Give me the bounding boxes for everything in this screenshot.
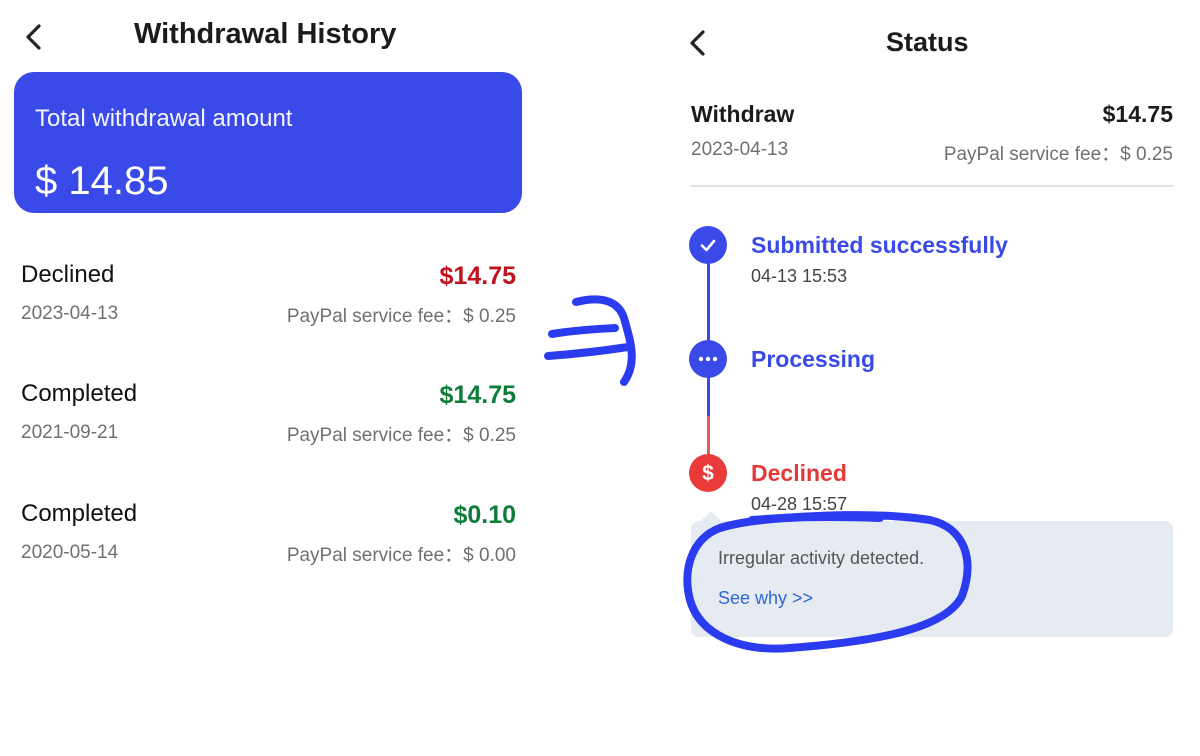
- withdraw-amount: $14.75: [1102, 101, 1173, 127]
- check-icon: [700, 239, 716, 252]
- history-amount: $14.75: [439, 262, 516, 290]
- decline-note-box: [691, 521, 1173, 637]
- history-row[interactable]: Completed $0.10 2020-05-14 PayPal servic…: [20, 500, 516, 580]
- back-chevron-icon: [26, 24, 41, 50]
- withdraw-date: 2023-04-13: [691, 139, 789, 160]
- history-date: 2020-05-14: [21, 542, 119, 563]
- ellipsis-icon: [698, 356, 718, 362]
- hand-drawn-arrow-icon: [544, 295, 636, 386]
- history-status: Declined: [21, 261, 115, 288]
- timeline-step-time: 04-28 15:57: [751, 494, 848, 514]
- timeline-step-dot: [689, 226, 727, 264]
- timeline-connector: [707, 262, 710, 344]
- dollar-icon: $: [702, 461, 714, 485]
- history-fee: PayPal service fee：$ 0.00: [286, 545, 516, 566]
- left-back-button[interactable]: [14, 18, 54, 58]
- history-row[interactable]: Declined $14.75 2023-04-13 PayPal servic…: [20, 261, 516, 341]
- total-withdrawal-amount: $ 14.85: [35, 159, 169, 203]
- right-back-button[interactable]: [678, 24, 718, 64]
- history-amount: $0.10: [453, 501, 516, 529]
- history-status: Completed: [21, 380, 138, 407]
- history-row[interactable]: Completed $14.75 2021-09-21 PayPal servi…: [20, 380, 516, 460]
- see-why-link[interactable]: See why >>: [718, 588, 813, 609]
- divider: [690, 185, 1174, 187]
- history-fee: PayPal service fee：$ 0.25: [286, 306, 516, 327]
- timeline-step-time: 04-13 15:53: [751, 266, 848, 286]
- status-bar: [660, 0, 1200, 4]
- decline-reason-text: Irregular activity detected.: [718, 548, 925, 568]
- status-page-title: Status: [886, 27, 969, 57]
- history-status: Completed: [21, 500, 138, 527]
- total-withdrawal-card: Total withdrawal amount $ 14.85: [14, 72, 522, 213]
- timeline-step-dot: [689, 340, 727, 378]
- timeline-step-dot: $: [689, 454, 727, 492]
- history-fee: PayPal service fee：$ 0.25: [286, 425, 516, 446]
- timeline-step-title: Processing: [751, 346, 875, 372]
- timeline-step-title: Submitted successfully: [751, 232, 1008, 258]
- back-chevron-icon: [690, 30, 705, 56]
- withdraw-label: Withdraw: [691, 101, 795, 127]
- withdraw-fee: PayPal service fee：$ 0.25: [943, 144, 1173, 165]
- history-amount: $14.75: [439, 381, 516, 409]
- timeline-connector: [707, 416, 710, 458]
- timeline-step-title: Declined: [751, 460, 847, 486]
- history-date: 2023-04-13: [21, 303, 119, 324]
- history-date: 2021-09-21: [21, 422, 119, 443]
- total-withdrawal-label: Total withdrawal amount: [35, 105, 293, 132]
- timeline-connector: [707, 376, 710, 416]
- page-title: Withdrawal History: [134, 18, 397, 50]
